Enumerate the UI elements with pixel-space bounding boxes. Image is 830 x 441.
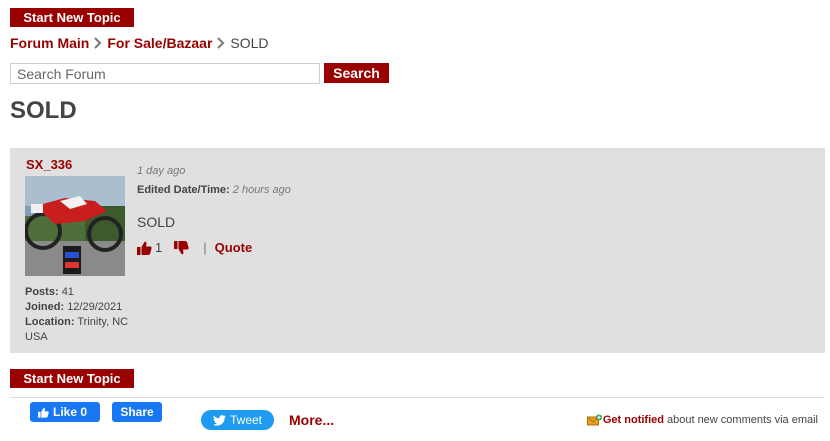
- start-new-topic-button-bottom[interactable]: Start New Topic: [10, 369, 134, 388]
- facebook-share-button[interactable]: Share: [112, 402, 162, 422]
- twitter-bird-icon: [212, 414, 226, 426]
- breadcrumb: Forum Main For Sale/Bazaar SOLD: [10, 35, 269, 51]
- breadcrumb-forum-main[interactable]: Forum Main: [10, 35, 89, 51]
- more-share-link[interactable]: More...: [289, 412, 334, 428]
- start-new-topic-button-top[interactable]: Start New Topic: [10, 8, 134, 27]
- email-notify-icon[interactable]: [586, 414, 602, 426]
- edited-datetime: Edited Date/Time: 2 hours ago: [137, 184, 291, 196]
- thumbs-down-icon[interactable]: [174, 240, 189, 255]
- get-notified-link[interactable]: Get notified: [603, 414, 664, 426]
- search-button[interactable]: Search: [324, 63, 389, 83]
- post-timestamp: 1 day ago: [137, 165, 186, 177]
- author-name[interactable]: SX_336: [26, 157, 72, 172]
- joined-date: 12/29/2021: [67, 301, 123, 313]
- chevron-right-icon: [89, 37, 107, 49]
- thumbs-up-icon: [38, 407, 49, 418]
- quote-button[interactable]: Quote: [215, 240, 253, 255]
- thumbs-up-icon[interactable]: [137, 241, 152, 255]
- forum-post: SX_336 Posts: 41 Joined: 12/29/2021 Loca…: [10, 148, 825, 353]
- divider: [10, 397, 825, 398]
- breadcrumb-for-sale-bazaar[interactable]: For Sale/Bazaar: [107, 35, 212, 51]
- post-actions: 1 | Quote: [137, 240, 252, 255]
- author-stats: Posts: 41 Joined: 12/29/2021 Location: T…: [25, 286, 129, 343]
- posts-count: 41: [61, 286, 74, 298]
- tweet-button[interactable]: Tweet: [201, 410, 274, 430]
- facebook-like-button[interactable]: Like 0: [30, 402, 100, 422]
- breadcrumb-current: SOLD: [230, 35, 269, 51]
- page-title: SOLD: [10, 97, 77, 124]
- post-body: SOLD: [137, 214, 176, 230]
- email-notify: Get notified about new comments via emai…: [586, 414, 818, 426]
- chevron-right-icon: [212, 37, 230, 49]
- search-input[interactable]: [10, 63, 320, 84]
- avatar[interactable]: [25, 176, 125, 276]
- action-divider: |: [203, 240, 207, 255]
- like-count: 1: [155, 240, 163, 255]
